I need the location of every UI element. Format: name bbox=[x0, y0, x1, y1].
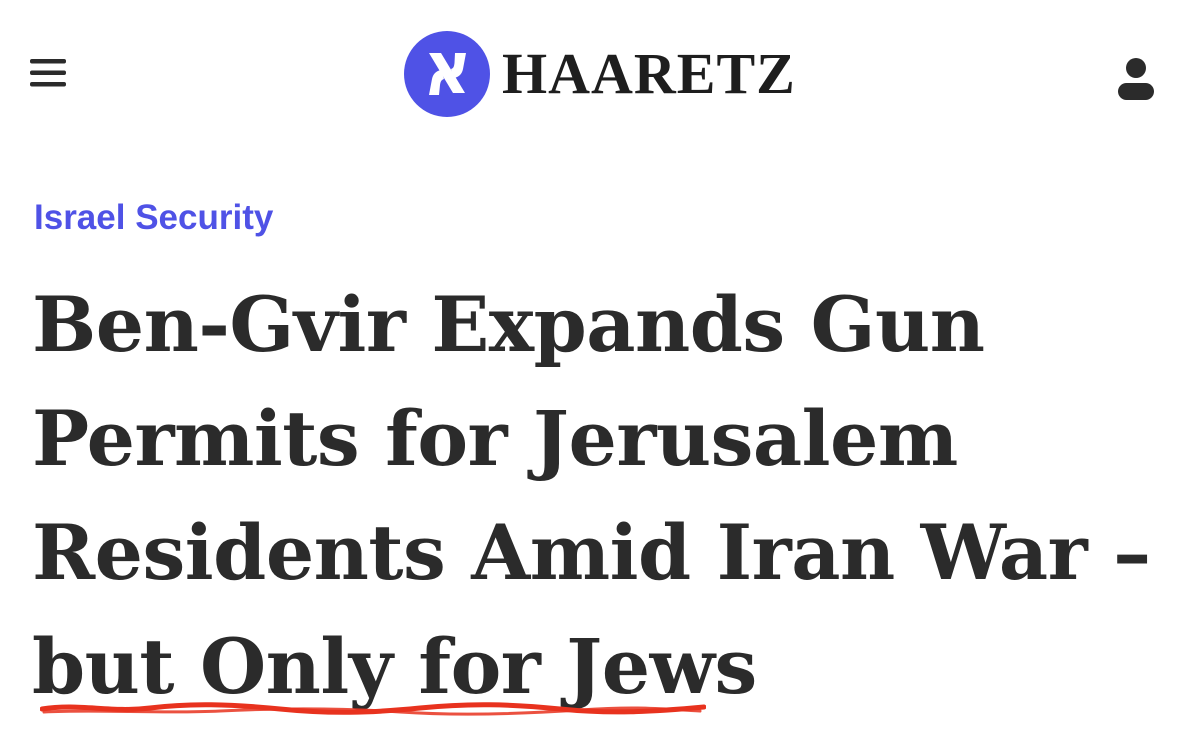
headline-line: Permits for Jerusalem bbox=[32, 394, 958, 483]
user-account-icon bbox=[1118, 58, 1154, 100]
red-underline-annotation bbox=[40, 702, 706, 716]
site-header: HAARETZ bbox=[0, 0, 1200, 150]
headline-line: Ben-Gvir Expands Gun bbox=[32, 280, 985, 369]
menu-button[interactable] bbox=[28, 52, 70, 94]
headline-line: Residents Amid Iran War – bbox=[32, 508, 1151, 597]
site-logo[interactable]: HAARETZ bbox=[404, 28, 796, 120]
account-button[interactable] bbox=[1110, 54, 1164, 108]
article-headline: Ben-Gvir Expands Gun Permits for Jerusal… bbox=[32, 268, 1182, 724]
hamburger-menu-icon bbox=[30, 59, 66, 87]
brand-name: HAARETZ bbox=[502, 41, 796, 106]
haaretz-logo-icon bbox=[404, 31, 490, 117]
section-link[interactable]: Israel Security bbox=[34, 196, 273, 240]
